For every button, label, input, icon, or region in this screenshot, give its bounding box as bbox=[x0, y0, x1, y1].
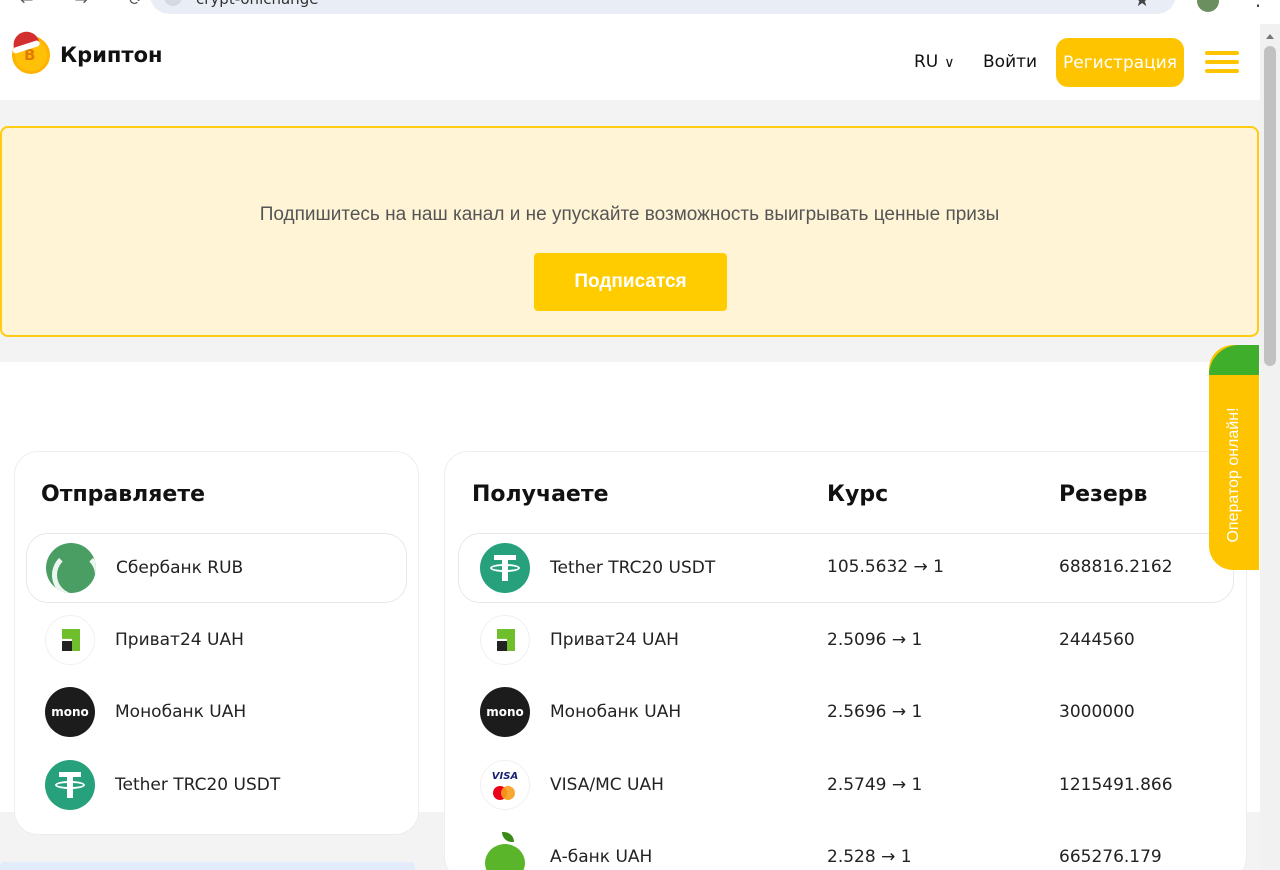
login-link[interactable]: Войти bbox=[983, 52, 1037, 72]
browser-toolbar: ← → ⟳ crypt-onlchange ★ ⋮ bbox=[0, 0, 1280, 24]
bottom-panel-edge bbox=[0, 862, 415, 870]
receive-item-label: Монобанк UAH bbox=[550, 702, 682, 722]
subscribe-banner: Подпишитесь на наш канал и не упускайте … bbox=[0, 126, 1259, 337]
site-header: Криптон RU ∨ Войти Регистрация bbox=[0, 24, 1260, 100]
chevron-down-icon: ∨ bbox=[944, 55, 955, 71]
receive-item-visa-mc[interactable]: VISA VISA/MC UAH bbox=[480, 750, 800, 820]
send-item-label: Приват24 UAH bbox=[115, 630, 244, 650]
rate-header: Курс bbox=[827, 482, 889, 507]
receive-item-label: Приват24 UAH bbox=[550, 630, 679, 650]
language-label: RU bbox=[914, 52, 939, 72]
receive-item-abank[interactable]: А-банк UAH bbox=[480, 822, 800, 870]
receive-rate: 2.5696 → 1 bbox=[827, 702, 923, 722]
page-scrollbar[interactable] bbox=[1260, 24, 1280, 870]
receive-reserve: 688816.2162 bbox=[1059, 557, 1173, 577]
send-item-tether[interactable]: Tether TRC20 USDT bbox=[45, 750, 405, 820]
send-panel: Отправляете Сбербанк RUB Приват24 UAH mo… bbox=[14, 451, 419, 835]
receive-reserve: 2444560 bbox=[1059, 630, 1135, 650]
language-selector[interactable]: RU ∨ bbox=[914, 52, 955, 72]
profile-avatar[interactable] bbox=[1197, 0, 1219, 12]
send-item-label: Монобанк UAH bbox=[115, 702, 247, 722]
logo-text: Криптон bbox=[60, 43, 163, 67]
scrollbar-thumb[interactable] bbox=[1264, 46, 1276, 366]
browser-nav-icons[interactable]: ← → ⟳ bbox=[20, 0, 160, 9]
receive-reserve: 1215491.866 bbox=[1059, 775, 1173, 795]
visa-mc-icon: VISA bbox=[480, 760, 530, 810]
tether-icon bbox=[480, 543, 530, 593]
operator-online-label: Оператор онлайн! bbox=[1225, 407, 1242, 543]
receive-panel: Получаете Курс Резерв Tether TRC20 USDT … bbox=[444, 451, 1247, 870]
receive-reserve: 3000000 bbox=[1059, 702, 1135, 722]
receive-title: Получаете bbox=[472, 482, 609, 507]
receive-item-label: Tether TRC20 USDT bbox=[550, 558, 716, 578]
browser-menu-icon[interactable]: ⋮ bbox=[1248, 0, 1268, 10]
address-bar-text: crypt-onlchange bbox=[196, 0, 318, 8]
sberbank-icon bbox=[46, 543, 96, 593]
send-item-label: Tether TRC20 USDT bbox=[115, 775, 281, 795]
receive-item-label: А-банк UAH bbox=[550, 847, 653, 867]
send-item-sberbank[interactable]: Сбербанк RUB bbox=[26, 533, 407, 603]
bookmark-star-icon[interactable]: ★ bbox=[1134, 0, 1150, 11]
register-button[interactable]: Регистрация bbox=[1056, 38, 1184, 87]
receive-rate: 2.5096 → 1 bbox=[827, 630, 923, 650]
site-logo[interactable]: Криптон bbox=[10, 28, 163, 74]
address-bar[interactable]: crypt-onlchange bbox=[150, 0, 1176, 14]
reserve-header: Резерв bbox=[1059, 482, 1148, 507]
send-item-monobank[interactable]: mono Монобанк UAH bbox=[45, 677, 405, 747]
send-item-label: Сбербанк RUB bbox=[116, 558, 244, 578]
receive-rate: 2.5749 → 1 bbox=[827, 775, 923, 795]
privat24-icon bbox=[480, 615, 530, 665]
subscribe-button[interactable]: Подписатся bbox=[534, 253, 727, 311]
abank-apple-icon bbox=[480, 832, 530, 870]
hamburger-menu-icon[interactable] bbox=[1205, 51, 1239, 73]
receive-rate: 2.528 → 1 bbox=[827, 847, 912, 867]
privat24-icon bbox=[45, 615, 95, 665]
receive-item-label: VISA/MC UAH bbox=[550, 775, 664, 795]
receive-item-privat24[interactable]: Приват24 UAH bbox=[480, 605, 800, 675]
receive-item-monobank[interactable]: mono Монобанк UAH bbox=[480, 677, 800, 747]
receive-reserve: 665276.179 bbox=[1059, 847, 1162, 867]
banner-text: Подпишитесь на наш канал и не упускайте … bbox=[259, 204, 1000, 225]
scroll-up-arrow-icon[interactable] bbox=[1266, 34, 1274, 39]
online-indicator bbox=[1209, 345, 1259, 375]
operator-online-tab[interactable]: Оператор онлайн! bbox=[1209, 345, 1259, 570]
send-item-privat24[interactable]: Приват24 UAH bbox=[45, 605, 405, 675]
receive-rate: 105.5632 → 1 bbox=[827, 557, 944, 577]
site-info-icon[interactable] bbox=[164, 0, 182, 6]
send-title: Отправляете bbox=[41, 482, 206, 507]
tether-icon bbox=[45, 760, 95, 810]
monobank-icon: mono bbox=[45, 687, 95, 737]
monobank-icon: mono bbox=[480, 687, 530, 737]
